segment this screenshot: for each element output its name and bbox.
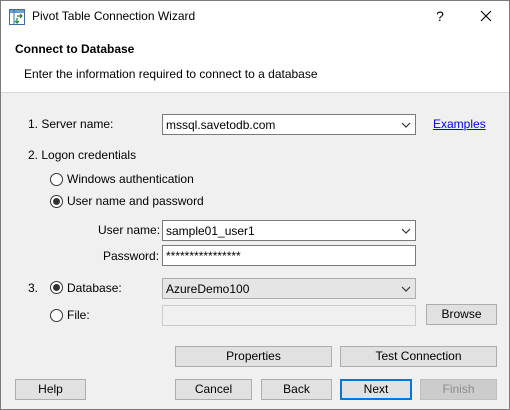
- user-name-label: User name:: [98, 223, 161, 237]
- file-label[interactable]: File:: [67, 308, 90, 322]
- wizard-window: Pivot Table Connection Wizard ? Connect …: [0, 0, 510, 410]
- server-name-combo[interactable]: mssql.savetodb.com: [162, 114, 416, 135]
- password-value: ****************: [166, 249, 241, 263]
- server-name-value: mssql.savetodb.com: [166, 118, 276, 132]
- server-name-label: 1. Server name:: [28, 117, 114, 131]
- chevron-down-icon: [401, 228, 411, 234]
- properties-button[interactable]: Properties: [175, 346, 332, 367]
- database-combo[interactable]: AzureDemo100: [162, 278, 416, 299]
- close-icon: [480, 10, 492, 22]
- chevron-down-icon: [401, 122, 411, 128]
- file-radio[interactable]: [50, 309, 63, 322]
- back-button[interactable]: Back: [261, 379, 332, 400]
- password-label: Password:: [103, 249, 160, 263]
- title-bar: Pivot Table Connection Wizard ?: [1, 1, 509, 32]
- user-pass-radio[interactable]: [50, 195, 63, 208]
- window-title: Pivot Table Connection Wizard: [32, 9, 196, 23]
- close-button[interactable]: [463, 1, 509, 32]
- next-button[interactable]: Next: [340, 379, 412, 400]
- page-subtitle: Enter the information required to connec…: [24, 67, 318, 81]
- header-panel: Connect to Database Enter the informatio…: [1, 32, 509, 93]
- user-name-value: sample01_user1: [166, 224, 255, 238]
- test-connection-button[interactable]: Test Connection: [340, 346, 497, 367]
- database-value: AzureDemo100: [166, 282, 250, 296]
- user-name-combo[interactable]: sample01_user1: [162, 220, 416, 241]
- user-pass-label[interactable]: User name and password: [67, 194, 204, 208]
- section-3-number: 3.: [28, 281, 39, 295]
- password-field[interactable]: ****************: [162, 245, 416, 266]
- logon-credentials-label: 2. Logon credentials: [28, 148, 137, 162]
- help-icon[interactable]: ?: [431, 3, 449, 29]
- chevron-down-icon: [401, 286, 411, 292]
- finish-button: Finish: [420, 379, 497, 400]
- database-radio[interactable]: [50, 281, 63, 294]
- file-path-field[interactable]: [162, 305, 416, 326]
- database-label[interactable]: Database:: [67, 281, 122, 295]
- windows-auth-label[interactable]: Windows authentication: [67, 172, 194, 186]
- page-title: Connect to Database: [15, 42, 135, 56]
- help-button[interactable]: Help: [15, 379, 86, 400]
- cancel-button[interactable]: Cancel: [175, 379, 252, 400]
- examples-link[interactable]: Examples: [433, 117, 486, 131]
- browse-button[interactable]: Browse: [426, 304, 497, 325]
- pivot-table-icon: [9, 9, 25, 25]
- windows-auth-radio[interactable]: [50, 173, 63, 186]
